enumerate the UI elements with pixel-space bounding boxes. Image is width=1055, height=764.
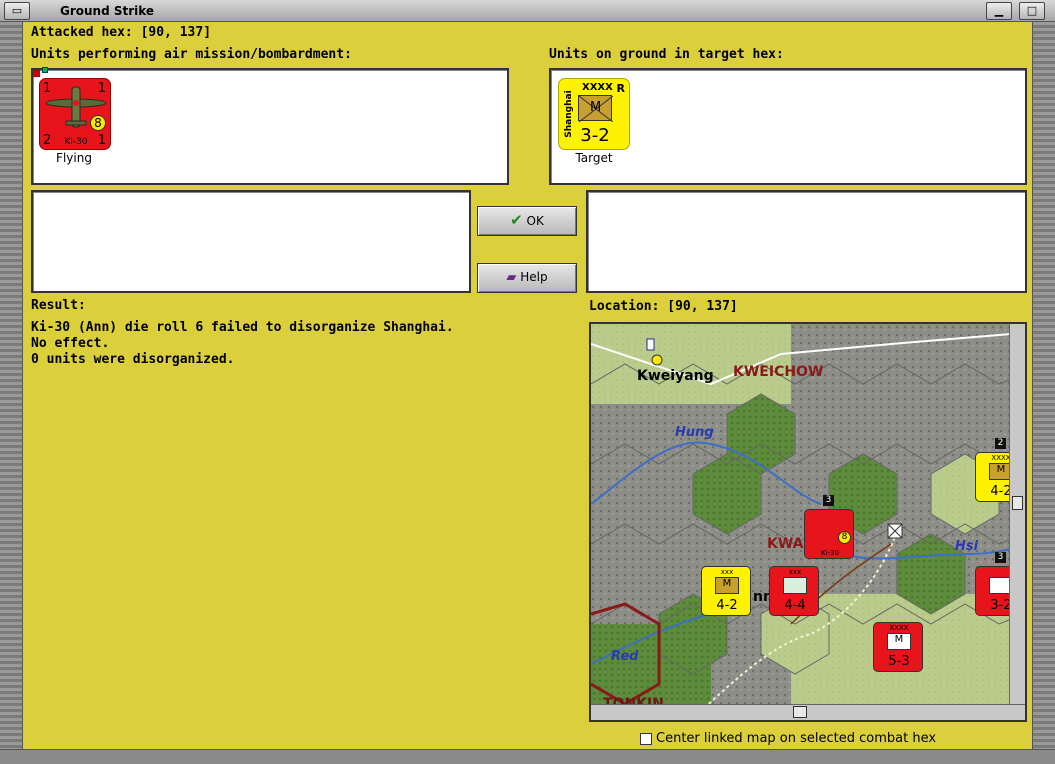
system-menu-button[interactable]: ▭ bbox=[4, 2, 30, 20]
checkmark-icon: ✔ bbox=[510, 211, 523, 229]
ground-units-heading: Units on ground in target hex: bbox=[549, 47, 784, 62]
mech-icon: M bbox=[578, 95, 613, 122]
mech-icon: M bbox=[715, 577, 739, 594]
window-title: Ground Strike bbox=[60, 4, 155, 18]
vertical-scrollbar[interactable] bbox=[1009, 324, 1025, 720]
ki30-air-counter[interactable]: 1 1 2 1 8 Ki-30 bbox=[39, 78, 111, 150]
help-button[interactable]: ▰ Help bbox=[477, 263, 577, 293]
right-frame bbox=[1033, 22, 1055, 764]
ground-unit-caption: Target bbox=[575, 151, 613, 165]
unit-size: XXXX bbox=[582, 82, 613, 93]
unit-name: Ki-30 bbox=[821, 549, 839, 557]
dialog-body: Attacked hex: [90, 137] Units performing… bbox=[22, 22, 1033, 749]
stack-count-badge: 3 bbox=[823, 495, 834, 506]
province-label: KWEICHOW bbox=[733, 364, 824, 380]
air-units-panel: 1 1 2 1 8 Ki-30 Flying bbox=[31, 67, 509, 185]
result-line: No effect. bbox=[31, 336, 110, 351]
attacked-hex-line: Attacked hex: [90, 137] bbox=[31, 25, 211, 40]
title-bar: ▭ Ground Strike ▁ □ bbox=[0, 0, 1055, 22]
help-book-icon: ▰ bbox=[506, 270, 517, 285]
stack-count-badge: 2 bbox=[995, 438, 1006, 449]
unit-type: M bbox=[590, 100, 602, 115]
map-air-counter[interactable]: 8 Ki-30 bbox=[804, 509, 854, 559]
center-map-label: Center linked map on selected combat hex bbox=[656, 731, 937, 746]
map-unit-counter[interactable]: xxx 4-4 bbox=[769, 566, 819, 616]
maximize-button[interactable]: □ bbox=[1019, 2, 1045, 20]
help-label: Help bbox=[520, 270, 548, 284]
unit-strength: 4-4 bbox=[784, 598, 806, 613]
window-bottom-frame bbox=[0, 749, 1055, 764]
unit-strength: 4-2 bbox=[716, 598, 738, 613]
left-frame bbox=[0, 22, 22, 764]
shanghai-ground-counter[interactable]: XXXX R Shanghai M 3-2 bbox=[558, 78, 630, 150]
mech-icon: M bbox=[887, 633, 911, 650]
unit-flag: R bbox=[616, 82, 625, 95]
status-marker bbox=[33, 70, 40, 77]
air-unit-caption: Flying bbox=[56, 151, 92, 165]
scroll-thumb[interactable] bbox=[1012, 496, 1023, 510]
river-label: Hsi bbox=[955, 539, 979, 554]
infantry-icon bbox=[783, 577, 807, 594]
river-label: Red bbox=[611, 649, 639, 664]
unit-strength: 3-2 bbox=[580, 125, 610, 146]
map-unit-counter[interactable]: XXXX M 5-3 bbox=[873, 622, 923, 672]
ground-strike-window: ▭ Ground Strike ▁ □ Attacked hex: [90, 1… bbox=[0, 0, 1055, 764]
ground-units-panel: XXXX R Shanghai M 3-2 Target bbox=[549, 68, 1027, 185]
unit-size: XXXX bbox=[889, 624, 909, 632]
unit-strength: 5-3 bbox=[888, 654, 910, 669]
center-map-checkbox[interactable] bbox=[640, 733, 652, 745]
result-heading: Result: bbox=[31, 298, 86, 313]
range-badge: 8 bbox=[838, 531, 851, 544]
unit-size: xxx bbox=[788, 568, 802, 576]
scroll-thumb[interactable] bbox=[793, 706, 807, 718]
attacked-hex-label: Attacked hex: bbox=[31, 25, 133, 40]
city-label: Kweiyang bbox=[637, 368, 714, 384]
location-value: [90, 137] bbox=[667, 299, 738, 314]
unit-stat: 1 bbox=[43, 81, 52, 96]
ground-result-panel bbox=[586, 190, 1027, 293]
unit-stat: 1 bbox=[97, 81, 106, 96]
minimize-button[interactable]: ▁ bbox=[986, 2, 1012, 20]
status-marker bbox=[42, 67, 48, 73]
result-line: 0 units were disorganized. bbox=[31, 352, 235, 367]
attacked-hex-value: [90, 137] bbox=[140, 25, 212, 40]
map-unit-counter[interactable]: xxx M 4-2 bbox=[701, 566, 751, 616]
river-label: Hung bbox=[675, 425, 714, 440]
range-badge: 8 bbox=[90, 115, 106, 131]
location-line: Location: [90, 137] bbox=[589, 299, 738, 314]
mini-map[interactable]: Kweiyang KWEICHOW Hung Hsi Red TONKIN KW… bbox=[589, 322, 1027, 722]
ok-button[interactable]: ✔ OK bbox=[477, 206, 577, 236]
unit-size: xxx bbox=[720, 568, 734, 576]
province-label: KWA bbox=[767, 536, 804, 552]
air-units-heading: Units performing air mission/bombardment… bbox=[31, 47, 352, 62]
ok-label: OK bbox=[526, 214, 544, 228]
air-result-panel bbox=[31, 190, 471, 293]
location-label: Location: bbox=[589, 299, 660, 314]
horizontal-scrollbar[interactable] bbox=[591, 704, 1025, 720]
unit-name: Ki-30 bbox=[64, 137, 88, 147]
result-line: Ki-30 (Ann) die roll 6 failed to disorga… bbox=[31, 320, 454, 335]
stack-count-badge: 3 bbox=[995, 552, 1006, 563]
